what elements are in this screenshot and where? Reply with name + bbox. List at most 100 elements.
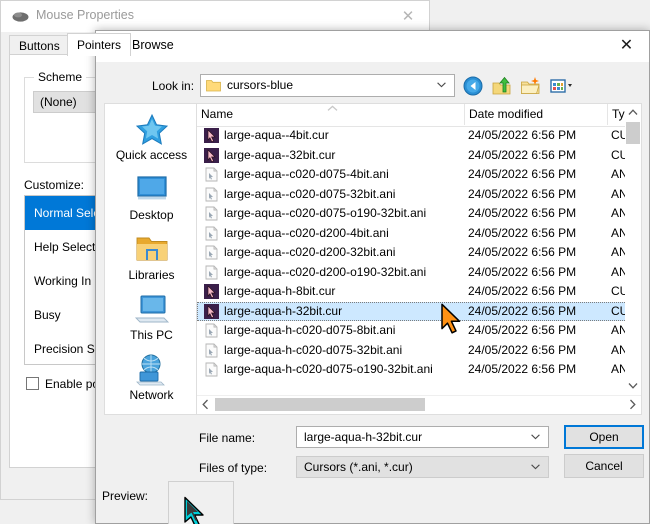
ani-file-icon <box>205 167 218 182</box>
checkbox-box <box>26 377 39 390</box>
file-name: large-aqua-h-c020-d075-o190-32bit.ani <box>224 362 433 376</box>
file-date: 24/05/2022 6:56 PM <box>468 167 577 181</box>
ani-file-icon <box>205 343 218 357</box>
table-row[interactable]: large-aqua--c020-d075-o190-32bit.ani 24/… <box>197 204 627 224</box>
chevron-down-icon[interactable] <box>531 464 540 470</box>
scrollbar-thumb[interactable] <box>215 398 425 411</box>
chevron-down-icon[interactable] <box>531 434 540 440</box>
cancel-button[interactable]: Cancel <box>564 454 644 478</box>
table-row[interactable]: large-aqua-h-c020-d075-8bit.ani 24/05/20… <box>197 321 627 341</box>
close-icon[interactable]: ✕ <box>604 31 649 60</box>
cursor-file-icon <box>204 128 219 143</box>
file-name: large-aqua--c020-d075-4bit.ani <box>224 167 389 181</box>
ani-file-icon <box>205 206 218 221</box>
views-icon[interactable] <box>549 75 577 97</box>
table-row[interactable]: large-aqua--c020-d075-4bit.ani 24/05/202… <box>197 165 627 185</box>
place-desktop[interactable]: Desktop <box>107 168 196 226</box>
tab-pointers[interactable]: Pointers <box>67 33 132 56</box>
close-icon[interactable]: ✕ <box>387 4 429 30</box>
file-date: 24/05/2022 6:56 PM <box>468 362 577 376</box>
file-date: 24/05/2022 6:56 PM <box>468 342 577 357</box>
file-date: 24/05/2022 6:56 PM <box>468 323 577 337</box>
table-row[interactable]: large-aqua--32bit.cur 24/05/2022 6:56 PM… <box>197 146 627 166</box>
table-row[interactable]: large-aqua--c020-d200-4bit.ani 24/05/202… <box>197 224 627 244</box>
table-row[interactable]: large-aqua--4bit.cur 24/05/2022 6:56 PM … <box>197 126 627 146</box>
file-list-header: Name Date modified Ty <box>197 104 641 127</box>
network-icon <box>135 354 165 386</box>
file-date: 24/05/2022 6:56 PM <box>468 284 577 298</box>
preview-box <box>168 481 234 524</box>
table-row[interactable]: large-aqua--c020-d200-32bit.ani 24/05/20… <box>197 243 627 263</box>
open-button[interactable]: Open <box>564 425 644 449</box>
table-row-selected[interactable]: large-aqua-h-32bit.cur 24/05/2022 6:56 P… <box>197 301 627 321</box>
place-libraries[interactable]: Libraries <box>107 228 196 286</box>
scroll-left-icon[interactable] <box>197 396 214 413</box>
look-in-value: cursors-blue <box>227 78 294 92</box>
preview-label: Preview: <box>102 489 149 503</box>
look-in-label: Look in: <box>152 79 195 93</box>
scrollbar-thumb[interactable] <box>626 122 640 144</box>
place-quick-access[interactable]: Quick access <box>107 108 196 166</box>
browse-dialog: Browse ✕ Look in: cursors-blue Quick acc… <box>95 30 650 524</box>
up-folder-icon[interactable] <box>491 75 513 97</box>
desktop-icon <box>136 176 167 200</box>
file-name: large-aqua--c020-d075-32bit.ani <box>224 186 396 201</box>
look-in-combobox[interactable]: cursors-blue <box>200 74 455 97</box>
ani-file-icon <box>205 265 218 279</box>
this-pc-icon <box>134 295 169 323</box>
browse-titlebar[interactable]: Browse ✕ <box>96 31 649 62</box>
scroll-right-icon[interactable] <box>624 396 641 413</box>
scroll-down-icon[interactable] <box>625 377 641 394</box>
table-row[interactable]: large-aqua-h-c020-d075-32bit.ani 24/05/2… <box>197 341 627 361</box>
file-list[interactable]: Name Date modified Ty large-aqua--4bit.c… <box>196 103 642 415</box>
file-name: large-aqua--32bit.cur <box>224 147 336 162</box>
file-name-value: large-aqua-h-32bit.cur <box>304 430 423 444</box>
table-row[interactable]: large-aqua--c020-d075-32bit.ani 24/05/20… <box>197 185 627 205</box>
file-name-input[interactable]: large-aqua-h-32bit.cur <box>296 426 549 448</box>
table-row[interactable]: large-aqua-h-8bit.cur 24/05/2022 6:56 PM… <box>197 282 627 302</box>
tab-buttons[interactable]: Buttons <box>9 35 70 55</box>
file-date: 24/05/2022 6:56 PM <box>468 245 577 259</box>
files-of-type-label: Files of type: <box>199 461 268 475</box>
file-date: 24/05/2022 6:56 PM <box>468 147 577 162</box>
table-row[interactable]: large-aqua--c020-d200-o190-32bit.ani 24/… <box>197 263 627 283</box>
file-date: 24/05/2022 6:56 PM <box>468 303 577 318</box>
file-date: 24/05/2022 6:56 PM <box>468 264 577 279</box>
file-rows: large-aqua--4bit.cur 24/05/2022 6:56 PM … <box>197 126 627 394</box>
file-name: large-aqua-h-32bit.cur <box>224 303 343 318</box>
place-label: Desktop <box>129 208 174 222</box>
ani-file-icon <box>205 323 218 338</box>
folder-icon <box>206 80 221 92</box>
vertical-scrollbar[interactable] <box>625 104 641 394</box>
file-name: large-aqua--c020-d075-o190-32bit.ani <box>224 206 427 220</box>
table-row[interactable]: large-aqua-h-c020-d075-o190-32bit.ani 24… <box>197 360 627 380</box>
customize-label: Customize: <box>24 178 85 192</box>
mouse-properties-titlebar[interactable]: Mouse Properties ✕ <box>1 1 429 32</box>
place-this-pc[interactable]: This PC <box>107 288 196 346</box>
file-name: large-aqua-h-8bit.cur <box>224 284 336 298</box>
cursor-file-icon <box>204 303 219 319</box>
place-network[interactable]: Network <box>107 348 196 406</box>
chevron-down-icon <box>437 82 446 88</box>
libraries-folder-icon <box>136 237 167 261</box>
place-label: Libraries <box>128 268 175 282</box>
file-date: 24/05/2022 6:56 PM <box>468 225 577 240</box>
files-of-type-combobox[interactable]: Cursors (*.ani, *.cur) <box>296 456 549 478</box>
back-icon[interactable] <box>462 75 484 97</box>
scroll-up-icon[interactable] <box>625 104 641 121</box>
sort-ascending-icon <box>327 105 338 111</box>
ani-file-icon <box>205 226 218 240</box>
horizontal-scrollbar[interactable] <box>197 395 641 414</box>
browse-title: Browse <box>132 38 174 52</box>
mouse-icon <box>12 12 29 22</box>
new-folder-icon[interactable] <box>520 75 542 97</box>
column-header-date-modified[interactable]: Date modified <box>465 104 608 125</box>
file-date: 24/05/2022 6:56 PM <box>468 186 577 201</box>
ani-file-icon <box>205 362 218 377</box>
file-date: 24/05/2022 6:56 PM <box>468 128 577 142</box>
file-date: 24/05/2022 6:56 PM <box>468 206 577 220</box>
screen: Mouse Properties ✕ Buttons Pointers Sche… <box>0 0 650 524</box>
navigation-toolbar <box>462 73 577 98</box>
place-label: Network <box>129 388 174 402</box>
ani-file-icon <box>205 245 218 260</box>
